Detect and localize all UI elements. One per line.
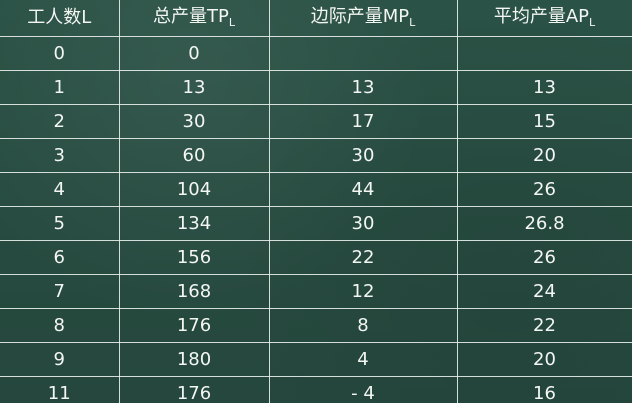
cell-average-product: 20 (456, 138, 632, 173)
cell-workers: 4 (0, 172, 120, 207)
cell-marginal-product: 13 (268, 70, 458, 105)
cell-marginal-product: 22 (268, 240, 458, 275)
table-row: 7 168 12 24 (0, 274, 632, 309)
cell-total-product: 134 (118, 206, 270, 241)
cell-workers: 9 (0, 342, 120, 377)
table-row: 1 13 13 13 (0, 70, 632, 105)
table-row: 2 30 17 15 (0, 104, 632, 139)
header-marginal-product-subscript: L (409, 16, 416, 29)
cell-total-product: 60 (118, 138, 270, 173)
cell-total-product: 156 (118, 240, 270, 275)
cell-workers: 5 (0, 206, 120, 241)
header-total-product-label: 总产量TP (153, 6, 229, 27)
cell-average-product: 13 (456, 70, 632, 105)
cell-marginal-product: 30 (268, 206, 458, 241)
header-marginal-product-label: 边际产量MP (310, 6, 410, 27)
cell-marginal-product: 44 (268, 172, 458, 207)
table-row: 9 180 4 20 (0, 342, 632, 377)
header-workers-label: 工人数L (27, 7, 92, 28)
cell-marginal-product: 12 (268, 274, 458, 309)
cell-workers: 3 (0, 138, 120, 173)
table-row: 0 0 (0, 36, 632, 71)
cell-total-product: 0 (118, 36, 270, 71)
production-table: 工人数L 总产量TPL 边际产量MPL 平均产量APL 0 0 1 13 13 … (0, 0, 632, 403)
cell-total-product: 13 (118, 70, 270, 105)
cell-average-product: 16 (456, 376, 632, 403)
cell-average-product: 24 (456, 274, 632, 309)
cell-workers: 11 (0, 376, 120, 403)
cell-marginal-product (268, 36, 458, 71)
cell-workers: 7 (0, 274, 120, 309)
header-row: 工人数L 总产量TPL 边际产量MPL 平均产量APL (0, 0, 632, 37)
header-average-product-label: 平均产量AP (493, 6, 590, 27)
cell-average-product (456, 36, 632, 71)
cell-total-product: 104 (118, 172, 270, 207)
table-row: 8 176 8 22 (0, 308, 632, 343)
cell-average-product: 26.8 (456, 206, 632, 241)
cell-marginal-product: 30 (268, 138, 458, 173)
header-workers: 工人数L (0, 0, 120, 37)
cell-total-product: 180 (118, 342, 270, 377)
table-row: 4 104 44 26 (0, 172, 632, 207)
cell-total-product: 176 (118, 308, 270, 343)
table-row: 11 176 - 4 16 (0, 376, 632, 403)
cell-workers: 0 (0, 36, 120, 71)
cell-marginal-product: - 4 (268, 376, 458, 403)
table-row: 5 134 30 26.8 (0, 206, 632, 241)
cell-workers: 8 (0, 308, 120, 343)
header-average-product-subscript: L (589, 16, 596, 29)
cell-total-product: 30 (118, 104, 270, 139)
cell-marginal-product: 4 (268, 342, 458, 377)
cell-average-product: 22 (456, 308, 632, 343)
cell-workers: 1 (0, 70, 120, 105)
header-average-product: 平均产量APL (456, 0, 632, 37)
header-total-product-subscript: L (228, 16, 235, 29)
cell-marginal-product: 8 (268, 308, 458, 343)
cell-workers: 2 (0, 104, 120, 139)
cell-total-product: 176 (118, 376, 270, 403)
header-total-product: 总产量TPL (118, 0, 270, 37)
cell-workers: 6 (0, 240, 120, 275)
cell-average-product: 26 (456, 240, 632, 275)
cell-average-product: 26 (456, 172, 632, 207)
cell-average-product: 20 (456, 342, 632, 377)
table-row: 6 156 22 26 (0, 240, 632, 275)
table-row: 3 60 30 20 (0, 138, 632, 173)
cell-total-product: 168 (118, 274, 270, 309)
cell-average-product: 15 (456, 104, 632, 139)
header-marginal-product: 边际产量MPL (268, 0, 458, 37)
cell-marginal-product: 17 (268, 104, 458, 139)
